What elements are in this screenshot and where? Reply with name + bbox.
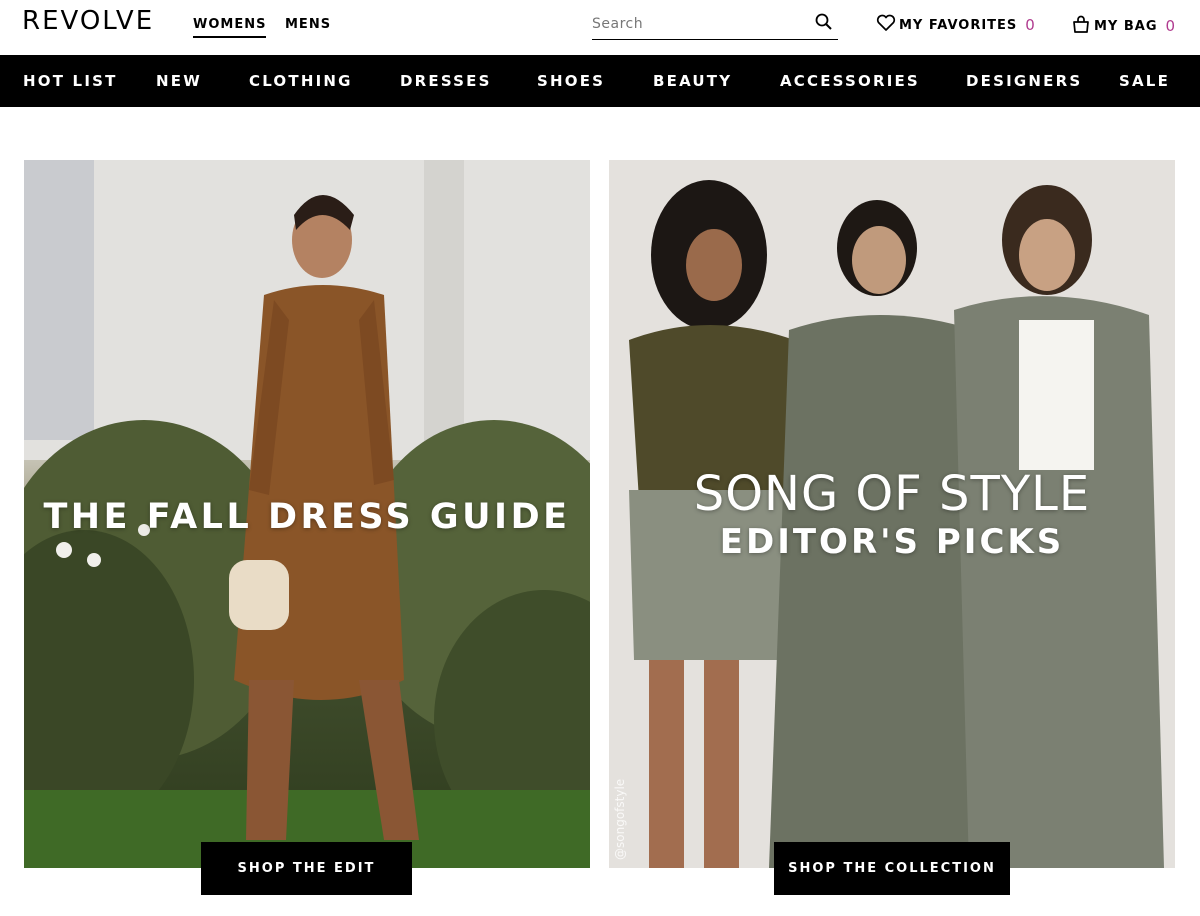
nav-dresses[interactable]: DRESSES bbox=[400, 72, 492, 90]
song-of-style-title: SONG OF STYLE bbox=[693, 466, 1091, 522]
nav-accessories[interactable]: ACCESSORIES bbox=[780, 72, 920, 90]
songofstyle-watermark: @songofstyle bbox=[613, 778, 627, 860]
fall-dress-guide-banner[interactable]: THE FALL DRESS GUIDE bbox=[24, 160, 590, 868]
my-favorites-link[interactable]: MY FAVORITES 0 bbox=[876, 14, 1036, 36]
nav-sale[interactable]: SALE bbox=[1119, 72, 1170, 90]
nav-beauty[interactable]: BEAUTY bbox=[653, 72, 732, 90]
revolve-logo[interactable]: REVOLVE bbox=[22, 6, 154, 36]
tab-womens[interactable]: WOMENS bbox=[193, 17, 267, 38]
song-of-style-banner[interactable]: SONG OF STYLE EDITOR'S PICKS @songofstyl… bbox=[609, 160, 1175, 868]
heart-icon bbox=[876, 14, 899, 36]
my-favorites-label: MY FAVORITES bbox=[899, 17, 1018, 33]
nav-clothing[interactable]: CLOTHING bbox=[249, 72, 353, 90]
bag-count: 0 bbox=[1165, 17, 1177, 35]
nav-designers[interactable]: DESIGNERS bbox=[966, 72, 1082, 90]
favorites-count: 0 bbox=[1025, 16, 1036, 34]
editors-picks-subtitle: EDITOR'S PICKS bbox=[719, 522, 1065, 562]
nav-new[interactable]: NEW bbox=[156, 72, 202, 90]
top-header: REVOLVE WOMENS MENS MY FAVORITES 0 MY BA… bbox=[0, 0, 1200, 55]
tab-mens[interactable]: MENS bbox=[285, 17, 331, 32]
shop-the-collection-button[interactable]: SHOP THE COLLECTION bbox=[774, 842, 1010, 895]
nav-shoes[interactable]: SHOES bbox=[537, 72, 605, 90]
nav-hot-list[interactable]: HOT LIST bbox=[23, 72, 118, 90]
bag-icon bbox=[1071, 14, 1094, 38]
fall-dress-guide-title: THE FALL DRESS GUIDE bbox=[43, 497, 571, 537]
search-input[interactable] bbox=[592, 12, 807, 36]
search-bar bbox=[592, 10, 838, 40]
my-bag-label: MY BAG bbox=[1094, 18, 1158, 34]
shop-the-edit-button[interactable]: SHOP THE EDIT bbox=[201, 842, 412, 895]
my-bag-link[interactable]: MY BAG 0 bbox=[1071, 14, 1176, 38]
search-icon[interactable] bbox=[814, 12, 834, 32]
main-nav: HOT LIST NEW CLOTHING DRESSES SHOES BEAU… bbox=[0, 55, 1200, 107]
